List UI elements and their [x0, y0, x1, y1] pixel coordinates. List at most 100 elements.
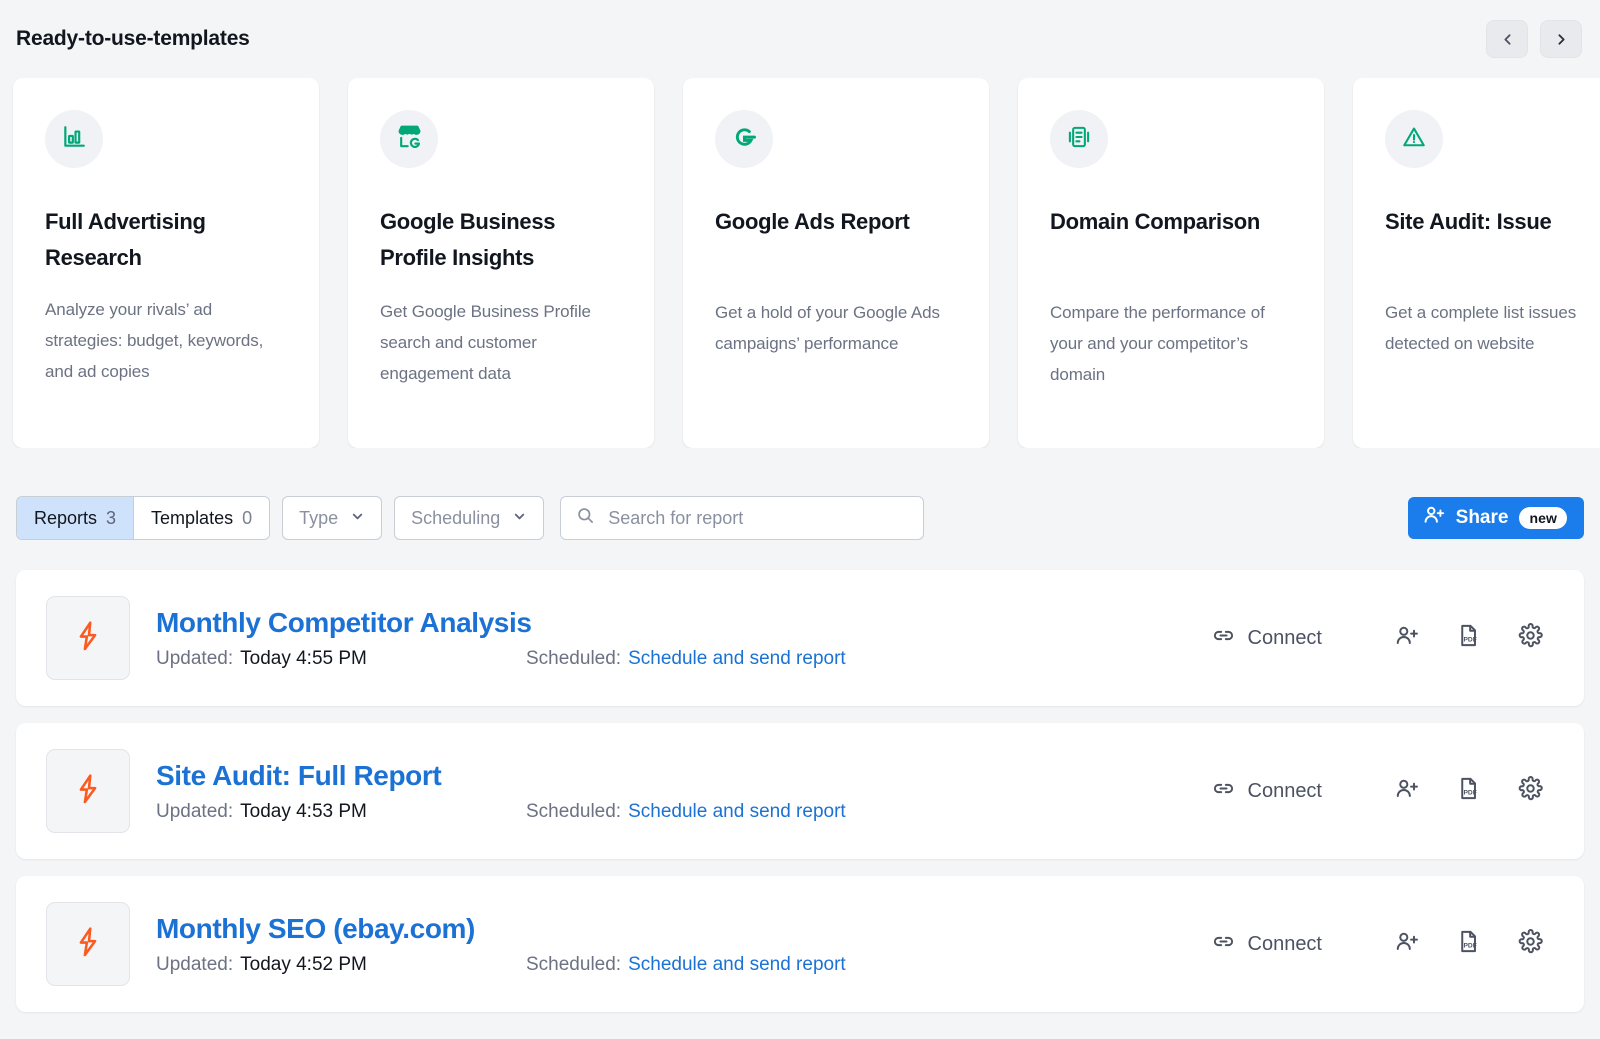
template-card-site-audit-issue[interactable]: Site Audit: Issue Get a complete list is… — [1353, 78, 1600, 448]
scheduling-filter-dropdown[interactable]: Scheduling — [394, 496, 544, 540]
report-row[interactable]: Monthly Competitor Analysis Updated: Toda… — [16, 570, 1584, 706]
link-icon — [1212, 777, 1235, 806]
person-add-icon — [1423, 504, 1445, 532]
carousel-nav — [1486, 20, 1584, 58]
report-settings-button[interactable] — [1508, 922, 1552, 966]
updated-value: Today 4:52 PM — [240, 954, 367, 975]
template-card-google-business-profile-insights[interactable]: Google Business Profile Insights Get Goo… — [348, 78, 654, 448]
template-icon-wrap — [715, 110, 773, 168]
template-card-google-ads-report[interactable]: Google Ads Report Get a hold of your Goo… — [683, 78, 989, 448]
report-actions: Connect — [1212, 922, 1553, 966]
lightning-bolt-icon — [71, 619, 105, 658]
link-icon — [1212, 930, 1235, 959]
storefront-icon — [396, 123, 423, 155]
tab-templates-count: 0 — [242, 508, 252, 529]
export-pdf-button[interactable]: PDF — [1446, 922, 1490, 966]
gear-icon — [1518, 929, 1543, 959]
template-card-description: Get Google Business Profile search and c… — [380, 297, 624, 390]
template-card-title: Google Ads Report — [715, 204, 959, 240]
search-input[interactable] — [608, 508, 908, 529]
carousel-next-button[interactable] — [1540, 20, 1582, 58]
chevron-right-icon — [1553, 31, 1570, 48]
search-icon — [576, 506, 595, 530]
report-list: Monthly Competitor Analysis Updated: Toda… — [16, 570, 1584, 1012]
chevron-left-icon — [1499, 31, 1516, 48]
schedule-and-send-report-link[interactable]: Schedule and send report — [628, 648, 846, 669]
tab-reports[interactable]: Reports 3 — [17, 497, 133, 539]
share-button-label: Share — [1456, 507, 1509, 529]
report-meta: Updated: Today 4:52 PM Scheduled: Schedule… — [156, 954, 1212, 976]
report-row[interactable]: Site Audit: Full Report Updated:Today 4:… — [16, 723, 1584, 859]
report-title-link[interactable]: Site Audit: Full Report — [156, 760, 1212, 792]
updated-value: Today 4:55 PM — [240, 648, 367, 669]
export-pdf-button[interactable]: PDF — [1446, 769, 1490, 813]
updated-label: Updated: — [156, 648, 233, 669]
connect-button-label: Connect — [1248, 627, 1323, 650]
template-card-title: Full Advertising Research — [45, 204, 289, 275]
domain-compare-icon — [1066, 124, 1092, 155]
report-thumbnail — [46, 902, 130, 986]
template-icon-wrap — [1385, 110, 1443, 168]
report-share-button[interactable] — [1384, 769, 1428, 813]
google-g-icon — [730, 123, 758, 156]
connect-button[interactable]: Connect — [1212, 930, 1323, 959]
warning-triangle-icon — [1401, 124, 1427, 155]
report-row[interactable]: Monthly SEO (ebay.com) Updated: Today 4:5… — [16, 876, 1584, 1012]
svg-text:PDF: PDF — [1463, 942, 1476, 949]
carousel-prev-button[interactable] — [1486, 20, 1528, 58]
bar-chart-icon — [61, 124, 87, 155]
report-title-link[interactable]: Monthly SEO (ebay.com) — [156, 913, 1212, 945]
tab-templates-label: Templates — [151, 508, 233, 529]
template-card-description: Get a hold of your Google Ads campaigns’… — [715, 298, 959, 360]
type-filter-dropdown[interactable]: Type — [282, 496, 382, 540]
connect-button-label: Connect — [1248, 933, 1323, 956]
scheduled-label: Scheduled: — [526, 801, 621, 822]
schedule-and-send-report-link[interactable]: Schedule and send report — [628, 801, 846, 822]
template-card-title: Domain Comparison — [1050, 204, 1294, 240]
template-card-title: Google Business Profile Insights — [380, 204, 624, 275]
gear-icon — [1518, 623, 1543, 653]
type-filter-label: Type — [299, 508, 338, 529]
report-updated: Updated: Today 4:52 PM — [156, 954, 526, 976]
connect-button[interactable]: Connect — [1212, 624, 1323, 653]
report-info: Site Audit: Full Report Updated:Today 4:… — [156, 760, 1212, 823]
page-title: Ready-to-use-templates — [16, 27, 250, 51]
svg-text:PDF: PDF — [1463, 789, 1476, 796]
template-icon-wrap — [380, 110, 438, 168]
tab-templates[interactable]: Templates 0 — [133, 497, 269, 539]
connect-button[interactable]: Connect — [1212, 777, 1323, 806]
template-cards-carousel[interactable]: Full Advertising Research Analyze your r… — [0, 78, 1600, 448]
templates-header: Ready-to-use-templates — [0, 0, 1600, 78]
schedule-and-send-report-link[interactable]: Schedule and send report — [628, 954, 846, 975]
person-add-icon — [1394, 929, 1419, 959]
report-settings-button[interactable] — [1508, 769, 1552, 813]
report-settings-button[interactable] — [1508, 616, 1552, 660]
report-title-link[interactable]: Monthly Competitor Analysis — [156, 607, 1212, 639]
report-share-button[interactable] — [1384, 922, 1428, 966]
template-icon-wrap — [1050, 110, 1108, 168]
report-updated: Updated: Today 4:55 PM — [156, 648, 526, 670]
pdf-file-icon: PDF — [1456, 623, 1481, 653]
gear-icon — [1518, 776, 1543, 806]
report-actions: Connect — [1212, 769, 1553, 813]
lightning-bolt-icon — [71, 925, 105, 964]
report-share-button[interactable] — [1384, 616, 1428, 660]
template-card-title: Site Audit: Issue — [1385, 204, 1600, 240]
search-box[interactable] — [560, 496, 924, 540]
updated-label: Updated: — [156, 954, 233, 975]
updated-label: Updated: — [156, 801, 233, 822]
report-info: Monthly SEO (ebay.com) Updated: Today 4:5… — [156, 913, 1212, 976]
pdf-file-icon: PDF — [1456, 776, 1481, 806]
template-card-full-advertising-research[interactable]: Full Advertising Research Analyze your r… — [13, 78, 319, 448]
export-pdf-button[interactable]: PDF — [1446, 616, 1490, 660]
report-scheduled: Scheduled:Schedule and send report — [526, 648, 846, 670]
view-toggle: Reports 3 Templates 0 — [16, 496, 270, 540]
link-icon — [1212, 624, 1235, 653]
template-card-description: Compare the performance of your and your… — [1050, 298, 1294, 391]
filter-bar: Reports 3 Templates 0 Type Scheduling — [16, 496, 1584, 540]
template-card-domain-comparison[interactable]: Domain Comparison Compare the performanc… — [1018, 78, 1324, 448]
report-actions: Connect — [1212, 616, 1553, 660]
report-info: Monthly Competitor Analysis Updated: Toda… — [156, 607, 1212, 670]
share-button[interactable]: Share new — [1408, 497, 1584, 539]
scheduled-label: Scheduled: — [526, 954, 621, 975]
